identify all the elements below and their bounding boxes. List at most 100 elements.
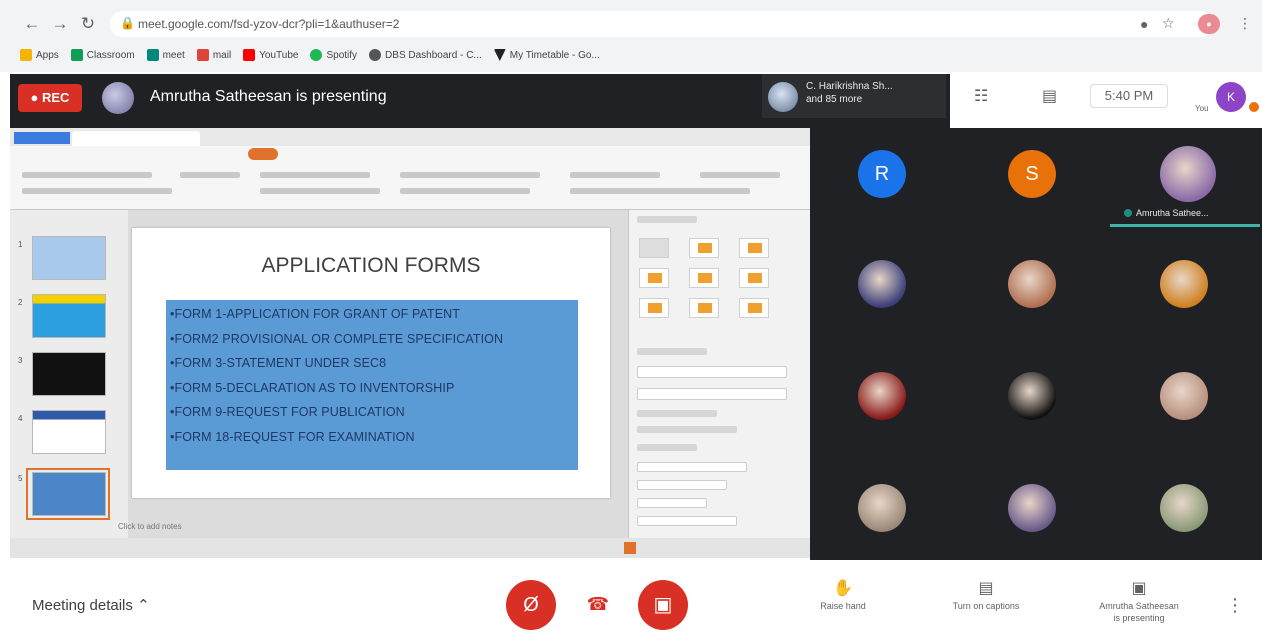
participant-tile[interactable] bbox=[1160, 260, 1208, 308]
presenting-button[interactable]: ▣ Amrutha Satheesan is presenting bbox=[1074, 578, 1204, 624]
participant-tile[interactable] bbox=[858, 260, 906, 308]
layout-thumb bbox=[689, 268, 719, 288]
reload-icon[interactable]: ↻ bbox=[78, 14, 98, 34]
participant-tile[interactable]: S bbox=[1008, 150, 1056, 198]
slide-title: APPLICATION FORMS bbox=[261, 254, 481, 277]
recording-badge: ● REC bbox=[18, 84, 82, 112]
classroom-icon bbox=[70, 49, 83, 61]
presenting-title: Amrutha Satheesan is presenting bbox=[150, 88, 387, 105]
layout-thumb bbox=[739, 298, 769, 318]
captions-button[interactable]: ▤ Turn on captions bbox=[936, 578, 1036, 612]
layout-thumb bbox=[689, 238, 719, 258]
more-vert-icon[interactable]: ⋮ bbox=[1226, 594, 1244, 616]
layout-thumb bbox=[739, 268, 769, 288]
camera-off-icon: ▣ bbox=[653, 594, 673, 616]
camera-off-button[interactable]: ▣ bbox=[638, 580, 688, 630]
people-icon[interactable]: ☷ bbox=[974, 86, 988, 106]
self-avatar[interactable]: K bbox=[1216, 82, 1246, 112]
lock-icon: 🔒 bbox=[120, 16, 135, 30]
slide-bullet: •FORM 18-REQUEST FOR EXAMINATION bbox=[170, 429, 415, 444]
clock: 5:40 PM bbox=[1090, 84, 1168, 108]
participant-tile[interactable] bbox=[1008, 372, 1056, 420]
participant-tile[interactable] bbox=[1008, 484, 1056, 532]
participant-tile[interactable] bbox=[1008, 260, 1056, 308]
ppt-menubar bbox=[10, 146, 810, 162]
bookmarks-bar: Apps Classroom meet mail YouTube Spotify… bbox=[20, 46, 600, 64]
bookmark-apps[interactable]: Apps bbox=[20, 49, 59, 61]
meet-icon bbox=[146, 49, 159, 61]
participant-tile-self[interactable] bbox=[1160, 146, 1216, 202]
slide-thumbnail-selected[interactable] bbox=[32, 472, 106, 516]
spotify-icon bbox=[310, 49, 323, 61]
participant-avatar bbox=[768, 82, 798, 112]
layout-thumb bbox=[639, 238, 669, 258]
slide-thumbnail[interactable] bbox=[32, 294, 106, 338]
layout-thumb bbox=[689, 298, 719, 318]
chat-icon[interactable]: ▤ bbox=[1042, 86, 1057, 106]
slide-thumbnail[interactable] bbox=[32, 352, 106, 396]
speaking-indicator bbox=[1110, 224, 1260, 227]
meet-top-right: ☷ ▤ 5:40 PM You K bbox=[950, 74, 1262, 128]
bookmark-spotify[interactable]: Spotify bbox=[310, 49, 357, 61]
participant-tile[interactable] bbox=[858, 372, 906, 420]
slide-bullet: •FORM2 PROVISIONAL OR COMPLETE SPECIFICA… bbox=[170, 331, 504, 346]
you-label: You bbox=[1195, 104, 1209, 113]
bookmark-timetable[interactable]: My Timetable - Go... bbox=[493, 49, 600, 61]
layout-thumb bbox=[639, 298, 669, 318]
current-slide: APPLICATION FORMS •FORM 1-APPLICATION FO… bbox=[132, 228, 610, 498]
slide-thumbnail[interactable] bbox=[32, 410, 106, 454]
captions-icon: ▤ bbox=[978, 580, 994, 597]
slide-thumbnail-pane: 1 2 3 4 5 bbox=[10, 210, 128, 538]
raise-hand-button[interactable]: ✋ Raise hand bbox=[812, 578, 874, 612]
slide-bullet: •FORM 3-STATEMENT UNDER SEC8 bbox=[170, 356, 387, 370]
profile-button[interactable]: ● bbox=[1198, 14, 1220, 34]
participant-tile[interactable] bbox=[1160, 484, 1208, 532]
ppt-ribbon bbox=[10, 162, 810, 210]
app-logo bbox=[14, 132, 70, 144]
click-to-add-notes: Click to add notes bbox=[118, 522, 182, 531]
key-icon[interactable]: ● bbox=[1140, 16, 1148, 32]
timetable-icon bbox=[493, 49, 506, 61]
slide-bullet-list: •FORM 1-APPLICATION FOR GRANT OF PATENT … bbox=[170, 302, 503, 449]
meet-bottom-bar: Meeting details ⌃ Ø ☎ ▣ ✋ Raise hand ▤ T… bbox=[0, 560, 1262, 634]
bookmark-classroom[interactable]: Classroom bbox=[70, 49, 135, 61]
participant-tile[interactable] bbox=[1160, 372, 1208, 420]
participant-name: C. Harikrishna Sh... bbox=[806, 81, 893, 92]
ppt-status-bar bbox=[10, 538, 810, 558]
meeting-details-button[interactable]: Meeting details ⌃ bbox=[32, 596, 150, 614]
presenter-avatar bbox=[102, 82, 134, 114]
leave-call-icon: ☎ bbox=[586, 594, 610, 614]
back-icon[interactable]: ← bbox=[22, 14, 42, 34]
url-text[interactable]: meet.google.com/fsd-yzov-dcr?pli=1&authu… bbox=[138, 17, 399, 31]
participant-tile[interactable] bbox=[858, 484, 906, 532]
participant-tile[interactable]: R bbox=[858, 150, 906, 198]
shared-screen: 1 2 3 4 5 APPLICATION FORMS •FORM 1-APPL… bbox=[10, 128, 810, 558]
star-icon[interactable]: ☆ bbox=[1162, 15, 1175, 32]
layout-thumb bbox=[639, 268, 669, 288]
forward-icon[interactable]: → bbox=[50, 14, 70, 34]
browser-menu-icon[interactable]: ⋮ bbox=[1238, 15, 1252, 32]
layout-thumb bbox=[739, 238, 769, 258]
slide-thumbnail[interactable] bbox=[32, 236, 106, 280]
hand-icon: ✋ bbox=[833, 580, 853, 597]
slide-bullet: •FORM 1-APPLICATION FOR GRANT OF PATENT bbox=[170, 307, 461, 321]
slide-content-box: •FORM 1-APPLICATION FOR GRANT OF PATENT … bbox=[166, 300, 578, 470]
dashboard-icon bbox=[369, 49, 382, 61]
participants-chip[interactable]: C. Harikrishna Sh... and 85 more bbox=[762, 74, 946, 118]
ppt-titlebar bbox=[10, 128, 810, 146]
browser-chrome: ← → ↻ 🔒 meet.google.com/fsd-yzov-dcr?pli… bbox=[0, 0, 1262, 72]
bookmark-dashboard[interactable]: DBS Dashboard - C... bbox=[369, 49, 482, 61]
leave-call-button[interactable]: ☎ bbox=[584, 592, 612, 616]
mic-off-button[interactable]: Ø bbox=[506, 580, 556, 630]
ppt-active-ribbon-tab bbox=[248, 148, 278, 160]
ppt-document-tab bbox=[72, 131, 200, 146]
bookmark-meet[interactable]: meet bbox=[146, 49, 185, 61]
meet-top-bar: ● REC Amrutha Satheesan is presenting C.… bbox=[10, 74, 1262, 128]
chevron-up-icon: ⌃ bbox=[137, 597, 150, 614]
bookmark-mail[interactable]: mail bbox=[196, 49, 231, 61]
notification-dot bbox=[1249, 102, 1259, 112]
present-icon: ▣ bbox=[1131, 580, 1147, 597]
participants-grid: R S Amrutha Sathee... bbox=[810, 128, 1262, 560]
bookmark-youtube[interactable]: YouTube bbox=[243, 49, 298, 61]
address-bar[interactable]: 🔒 meet.google.com/fsd-yzov-dcr?pli=1&aut… bbox=[110, 11, 1215, 37]
